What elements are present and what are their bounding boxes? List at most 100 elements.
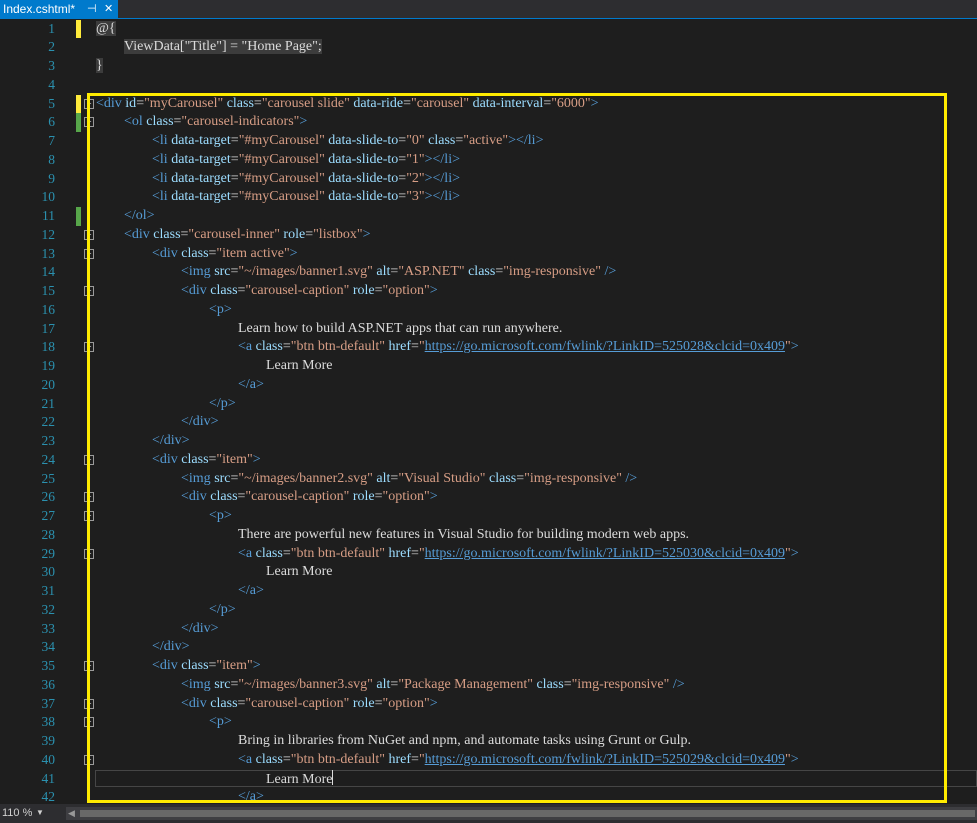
code-line[interactable]: 17 Learn how to build ASP.NET apps that c… (0, 320, 977, 339)
code-text[interactable]: Learn More (266, 769, 334, 790)
code-text[interactable]: <p> (209, 301, 232, 320)
code-line[interactable]: 26− <div class="carousel-caption" role="o… (0, 488, 977, 507)
code-line[interactable]: 18 − <a class="btn btn-default" href="http… (0, 338, 977, 357)
collapse-icon[interactable]: − (84, 117, 94, 128)
code-line[interactable]: 29 − <a class="btn btn-default" href="http… (0, 545, 977, 564)
code-text[interactable]: </p> (209, 395, 236, 414)
code-text[interactable]: </div> (152, 638, 190, 657)
horizontal-scrollbar[interactable]: ◀ (66, 807, 977, 820)
code-line[interactable]: 10 <li data-target="#myCarousel" data-sli… (0, 188, 977, 207)
code-line[interactable]: 24 − <div class="item"> (0, 451, 977, 470)
code-text[interactable]: </a> (238, 376, 264, 395)
code-line[interactable]: 9 <li data-target="#myCarousel" data-slid… (0, 170, 977, 189)
code-text[interactable]: <p> (209, 507, 232, 526)
code-link[interactable]: https://go.microsoft.com/fwlink/?LinkID=… (425, 546, 785, 561)
code-line[interactable]: 31 </a> (0, 582, 977, 601)
code-line[interactable]: 4 (0, 76, 977, 95)
code-text[interactable]: <div class="item"> (152, 657, 261, 676)
code-text[interactable]: </p> (209, 601, 236, 620)
code-text[interactable]: <a class="btn btn-default" href="https:/… (238, 545, 799, 564)
code-text[interactable]: <li data-target="#myCarousel" data-slide… (152, 132, 543, 151)
code-line[interactable]: 28 There are powerful new features in Vis… (0, 526, 977, 545)
collapse-icon[interactable]: − (84, 248, 94, 259)
code-line[interactable]: 13 − <div class="item active"> (0, 245, 977, 264)
code-line[interactable]: 8 <li data-target="#myCarousel" data-slid… (0, 151, 977, 170)
code-text[interactable]: <p> (209, 713, 232, 732)
code-text[interactable]: <img src="~/images/banner3.svg" alt="Pac… (181, 676, 685, 695)
code-text[interactable]: Learn how to build ASP.NET apps that can… (238, 320, 562, 339)
collapse-icon[interactable]: − (84, 98, 94, 109)
collapse-icon[interactable]: − (84, 754, 94, 765)
code-line[interactable]: 38 − <p> (0, 713, 977, 732)
code-text[interactable]: <div class="carousel-caption" role="opti… (181, 488, 438, 507)
code-text[interactable]: <a class="btn btn-default" href="https:/… (238, 751, 799, 770)
code-line[interactable]: 33 </div> (0, 620, 977, 639)
close-icon[interactable]: ✕ (104, 0, 113, 18)
code-text[interactable]: Bring in libraries from NuGet and npm, a… (238, 732, 691, 751)
code-text[interactable]: Learn More (266, 563, 332, 582)
code-line[interactable]: 21 </p> (0, 395, 977, 414)
code-line[interactable]: 41 Learn More (0, 769, 977, 790)
code-text[interactable]: <img src="~/images/banner1.svg" alt="ASP… (181, 263, 616, 282)
collapse-icon[interactable]: − (84, 229, 94, 240)
code-link[interactable]: https://go.microsoft.com/fwlink/?LinkID=… (425, 752, 785, 767)
code-text[interactable]: <li data-target="#myCarousel" data-slide… (152, 151, 460, 170)
collapse-icon[interactable]: − (84, 342, 94, 353)
code-line[interactable]: 20 </a> (0, 376, 977, 395)
code-line[interactable]: 30 Learn More (0, 563, 977, 582)
code-text[interactable]: Learn More (266, 357, 332, 376)
code-editor[interactable]: 1 @{2 ViewData["Title"] = "Home Page"; 3} 4 5… (0, 19, 977, 804)
code-line[interactable]: 23 </div> (0, 432, 977, 451)
code-line[interactable]: 39 Bring in libraries from NuGet and npm,… (0, 732, 977, 751)
code-text[interactable]: @{ (96, 20, 116, 39)
document-tab[interactable]: Index.cshtml* ⊣ ✕ (0, 0, 118, 18)
code-text[interactable]: There are powerful new features in Visua… (238, 526, 689, 545)
code-text[interactable]: <img src="~/images/banner2.svg" alt="Vis… (181, 470, 637, 489)
zoom-dropdown[interactable]: 110 % ▼ (2, 805, 62, 821)
collapse-icon[interactable]: − (84, 511, 94, 521)
collapse-icon[interactable]: − (84, 492, 94, 503)
code-line[interactable]: 34 </div> (0, 638, 977, 657)
code-line[interactable]: 12− <div class="carousel-inner" role="lis… (0, 226, 977, 245)
code-link[interactable]: https://go.microsoft.com/fwlink/?LinkID=… (425, 339, 785, 354)
collapse-icon[interactable]: − (84, 454, 94, 465)
code-text[interactable]: } (96, 57, 103, 76)
code-text[interactable]: <ol class="carousel-indicators"> (124, 113, 307, 132)
code-text[interactable]: </div> (181, 413, 219, 432)
code-line[interactable]: 5− <div id="myCarousel" class="carousel s… (0, 94, 977, 114)
code-line[interactable]: 16 <p> (0, 301, 977, 320)
code-text[interactable]: <li data-target="#myCarousel" data-slide… (152, 188, 460, 207)
code-text[interactable]: </div> (152, 432, 190, 451)
code-text[interactable]: <div class="carousel-caption" role="opti… (181, 282, 438, 301)
code-text[interactable]: </div> (181, 620, 219, 639)
collapse-icon[interactable]: − (84, 698, 94, 709)
code-line[interactable]: 35 − <div class="item"> (0, 657, 977, 676)
scroll-left-icon[interactable]: ◀ (68, 807, 75, 820)
code-text[interactable]: <div id="myCarousel" class="carousel sli… (96, 95, 599, 114)
scrollbar-thumb[interactable] (80, 810, 975, 817)
code-line[interactable]: 14 <img src="~/images/banner1.svg" alt="A… (0, 263, 977, 282)
code-line[interactable]: 25 <img src="~/images/banner2.svg" alt="V… (0, 470, 977, 489)
code-text[interactable]: ViewData["Title"] = "Home Page"; (124, 38, 322, 57)
code-line[interactable]: 40 − <a class="btn btn-default" href="http… (0, 751, 977, 770)
code-line[interactable]: 32 </p> (0, 601, 977, 620)
code-text[interactable]: </a> (238, 582, 264, 601)
collapse-icon[interactable]: − (84, 286, 94, 296)
collapse-icon[interactable]: − (84, 548, 94, 559)
code-text[interactable]: </a> (238, 788, 264, 804)
code-line[interactable]: 15− <div class="carousel-caption" role="o… (0, 282, 977, 301)
code-line[interactable]: 3} (0, 57, 977, 76)
collapse-icon[interactable]: − (84, 661, 94, 671)
code-line[interactable]: 2 ViewData["Title"] = "Home Page"; (0, 38, 977, 57)
code-text[interactable]: <div class="carousel-inner" role="listbo… (124, 226, 371, 245)
code-line[interactable]: 22 </div> (0, 413, 977, 432)
code-text[interactable]: <div class="item"> (152, 451, 261, 470)
code-line[interactable]: 42 </a> (0, 788, 977, 804)
code-text[interactable]: <div class="carousel-caption" role="opti… (181, 695, 438, 714)
code-line[interactable]: 11 </ol> (0, 207, 977, 226)
code-line[interactable]: 36 <img src="~/images/banner3.svg" alt="P… (0, 676, 977, 695)
code-text[interactable]: </ol> (124, 207, 155, 226)
code-line[interactable]: 27 − <p> (0, 507, 977, 526)
code-line[interactable]: 37− <div class="carousel-caption" role="o… (0, 695, 977, 714)
collapse-icon[interactable]: − (84, 717, 94, 728)
